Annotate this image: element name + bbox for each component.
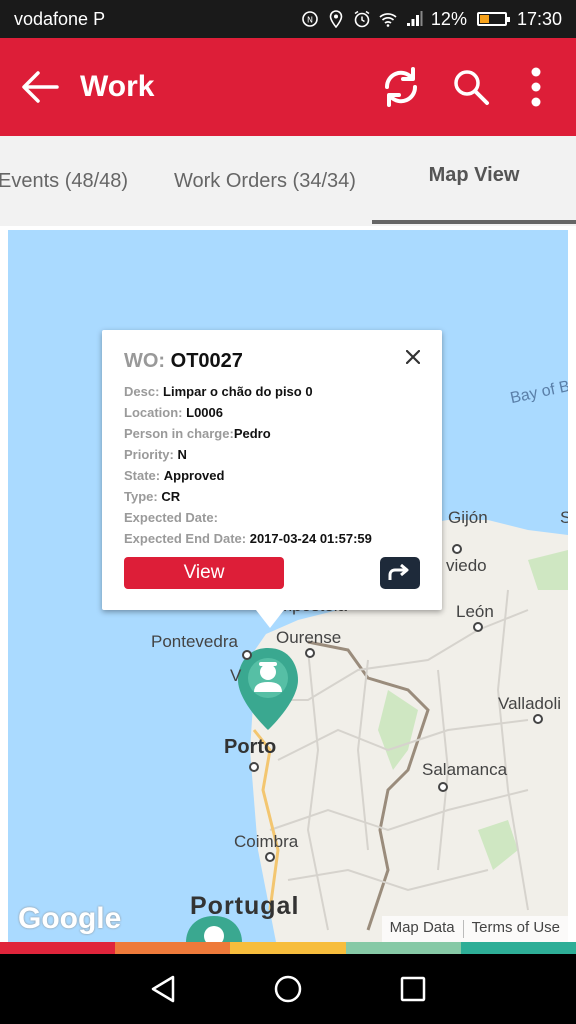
carrier-label: vodafone P bbox=[14, 8, 106, 29]
battery-percent: 12% bbox=[430, 8, 467, 29]
system-nav-bar bbox=[0, 954, 576, 1024]
nfc-icon: N bbox=[302, 11, 318, 27]
view-button[interactable]: View bbox=[124, 557, 284, 589]
nav-back-icon bbox=[151, 975, 174, 1003]
info-value: N bbox=[177, 447, 187, 462]
info-value: Approved bbox=[163, 468, 225, 483]
info-label: Desc: bbox=[124, 384, 160, 399]
info-label: State: bbox=[124, 468, 161, 483]
app-bar: Work bbox=[0, 38, 576, 136]
wifi-icon bbox=[379, 13, 397, 27]
directions-arrow-icon bbox=[388, 564, 409, 580]
google-logo: Google bbox=[18, 902, 122, 935]
location-icon bbox=[329, 10, 343, 28]
strip-segment bbox=[460, 942, 576, 954]
back-arrow-icon bbox=[22, 71, 59, 103]
status-bar: vodafone P N 12% 17:30 bbox=[0, 0, 576, 38]
info-row-type: Type: CR bbox=[124, 486, 420, 507]
info-row-expected-date: Expected Date: bbox=[124, 507, 420, 528]
city-dot-oviedo bbox=[452, 544, 462, 554]
alarm-icon bbox=[354, 10, 370, 28]
refresh-button[interactable] bbox=[366, 38, 436, 136]
map-footer: Map Data Terms of Use bbox=[381, 916, 568, 942]
strip-segment bbox=[345, 942, 461, 954]
city-dot-coimbra bbox=[265, 852, 275, 862]
info-row-priority: Priority: N bbox=[124, 444, 420, 465]
map-label-gijon: Gijón bbox=[448, 508, 488, 527]
city-dot-valladolid bbox=[533, 714, 543, 724]
info-row-location: Location: L0006 bbox=[124, 402, 420, 423]
map-label-leon: León bbox=[456, 602, 494, 621]
back-button[interactable] bbox=[0, 38, 80, 136]
info-label: Expected End Date: bbox=[124, 531, 247, 546]
more-vert-icon bbox=[531, 67, 541, 107]
svg-text:N: N bbox=[307, 16, 313, 25]
city-dot-leon bbox=[473, 622, 483, 632]
color-strip bbox=[0, 942, 576, 954]
strip-segment bbox=[0, 942, 116, 954]
refresh-icon bbox=[384, 67, 418, 107]
map-label-porto: Porto bbox=[224, 736, 277, 758]
search-button[interactable] bbox=[436, 38, 506, 136]
map-label-salamanca: Salamanca bbox=[422, 760, 508, 779]
info-title-label: WO: bbox=[124, 350, 166, 372]
info-label: Person in charge: bbox=[124, 426, 234, 441]
info-label: Type: bbox=[124, 489, 158, 504]
search-icon bbox=[454, 70, 489, 105]
clock: 17:30 bbox=[516, 8, 562, 29]
map-label-pontevedra: Pontevedra bbox=[151, 632, 238, 651]
info-row-desc: Desc: Limpar o chão do piso 0 bbox=[124, 381, 420, 402]
city-dot-porto bbox=[249, 762, 259, 772]
status-icons: N 12% 17:30 bbox=[301, 9, 562, 30]
info-label: Expected Date: bbox=[124, 510, 218, 525]
city-dot-ourense bbox=[305, 648, 315, 658]
info-value: L0006 bbox=[186, 405, 223, 420]
map-label-vigo: V bbox=[230, 666, 242, 685]
tab-events[interactable]: Events (48/48) bbox=[0, 136, 128, 226]
info-value: CR bbox=[161, 489, 181, 504]
nav-recents-icon bbox=[401, 976, 426, 1002]
info-row-expected-end-date: Expected End Date: 2017-03-24 01:57:59 bbox=[124, 528, 420, 549]
map-label-portugal: Portugal bbox=[190, 892, 300, 920]
directions-button[interactable] bbox=[380, 557, 420, 589]
map-label-s: S bbox=[560, 508, 568, 527]
tab-indicator bbox=[372, 220, 576, 224]
city-dot-salamanca bbox=[438, 782, 448, 792]
city-dot-pontevedra bbox=[242, 650, 252, 660]
page-title: Work bbox=[80, 70, 155, 103]
info-row-state: State: Approved bbox=[124, 465, 420, 486]
map-label-valladolid: Valladoli bbox=[498, 694, 562, 713]
terms-of-use-link[interactable]: Terms of Use bbox=[464, 916, 568, 942]
battery-icon bbox=[476, 12, 510, 26]
map-data-link[interactable]: Map Data bbox=[382, 916, 463, 942]
more-button[interactable] bbox=[506, 38, 566, 136]
nav-home-icon bbox=[274, 975, 302, 1003]
nav-home-button[interactable] bbox=[268, 969, 308, 1009]
map-label-coimbra: Coimbra bbox=[234, 832, 299, 851]
info-label: Location: bbox=[124, 405, 183, 420]
tab-work-orders[interactable]: Work Orders (34/34) bbox=[174, 136, 356, 226]
signal-icon bbox=[406, 11, 423, 26]
tab-map-view[interactable]: Map View bbox=[372, 130, 576, 220]
map-label-oviedo: viedo bbox=[446, 556, 487, 575]
info-label: Priority: bbox=[124, 447, 174, 462]
strip-segment bbox=[230, 942, 346, 954]
info-title: WO: OT0027 bbox=[124, 350, 420, 373]
info-value: 2017-03-24 01:57:59 bbox=[249, 531, 372, 546]
info-title-value: OT0027 bbox=[170, 350, 243, 372]
info-value: Limpar o chão do piso 0 bbox=[163, 384, 313, 399]
nav-recents-button[interactable] bbox=[393, 969, 433, 1009]
info-value: Pedro bbox=[233, 426, 271, 441]
strip-segment bbox=[115, 942, 231, 954]
info-row-person: Person in charge:Pedro bbox=[124, 423, 420, 444]
info-window: WO: OT0027 Desc: Limpar o chão do piso 0… bbox=[102, 330, 442, 628]
nav-back-button[interactable] bbox=[143, 969, 183, 1009]
map-label-ourense: Ourense bbox=[276, 628, 342, 647]
tab-bar: Events (48/48) Work Orders (34/34) Map V… bbox=[0, 136, 576, 226]
close-icon bbox=[406, 350, 420, 364]
close-button[interactable] bbox=[402, 346, 424, 368]
